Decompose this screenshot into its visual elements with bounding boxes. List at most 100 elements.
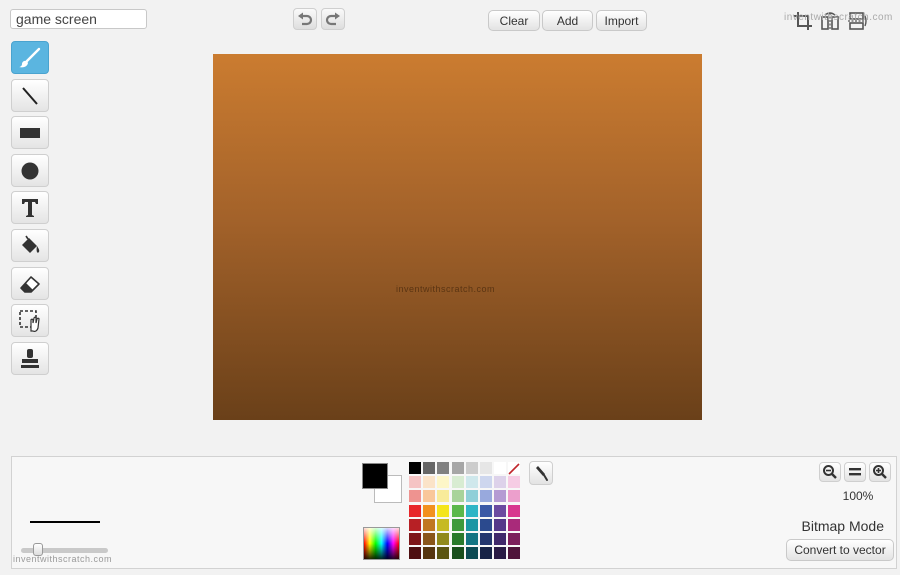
- palette-swatch[interactable]: [437, 504, 450, 517]
- palette-swatch[interactable]: [451, 518, 464, 531]
- palette-swatch[interactable]: [465, 504, 478, 517]
- select-tool[interactable]: [11, 304, 49, 337]
- palette-swatch[interactable]: [494, 518, 507, 531]
- add-button[interactable]: Add: [542, 10, 593, 31]
- primary-color[interactable]: [362, 463, 388, 489]
- text-icon: [22, 198, 38, 217]
- palette-swatch[interactable]: [437, 476, 450, 489]
- redo-button[interactable]: [321, 8, 345, 30]
- palette-swatch[interactable]: [423, 547, 436, 560]
- zoom-in-icon: [873, 465, 887, 479]
- palette-swatch[interactable]: [508, 518, 521, 531]
- ellipse-tool[interactable]: [11, 154, 49, 187]
- palette-swatch[interactable]: [508, 533, 521, 545]
- equals-icon: [849, 468, 861, 476]
- color-picker-button[interactable]: [363, 527, 400, 560]
- clear-button[interactable]: Clear: [488, 10, 540, 31]
- text-tool[interactable]: [11, 191, 49, 224]
- palette-swatch[interactable]: [480, 504, 492, 517]
- watermark-top: inventwithscratch.com: [784, 12, 893, 23]
- zoom-out-icon: [823, 465, 837, 479]
- palette-swatch[interactable]: [437, 547, 450, 560]
- palette-swatch[interactable]: [451, 504, 464, 517]
- palette-swatch[interactable]: [451, 533, 464, 545]
- palette-swatch[interactable]: [508, 547, 521, 560]
- line-icon: [22, 86, 38, 105]
- palette-swatch[interactable]: [423, 504, 436, 517]
- palette-swatch[interactable]: [465, 547, 478, 560]
- palette-swatch[interactable]: [480, 533, 492, 545]
- palette-swatch[interactable]: [480, 490, 492, 503]
- palette-swatch[interactable]: [508, 462, 521, 475]
- palette-swatch[interactable]: [409, 518, 421, 531]
- zoom-out-button[interactable]: [819, 462, 841, 482]
- rectangle-tool[interactable]: [11, 116, 49, 149]
- convert-to-vector-button[interactable]: Convert to vector: [786, 539, 894, 561]
- eyedropper-button[interactable]: [529, 461, 553, 485]
- select-icon: [19, 309, 40, 332]
- line-tool[interactable]: [11, 79, 49, 112]
- palette-swatch[interactable]: [465, 533, 478, 545]
- canvas-watermark: inventwithscratch.com: [396, 284, 496, 294]
- palette-swatch[interactable]: [437, 462, 450, 474]
- stamp-tool[interactable]: [11, 342, 49, 375]
- ellipse-icon: [21, 162, 39, 179]
- mode-label: Bitmap Mode: [801, 518, 884, 534]
- undo-button[interactable]: [293, 8, 317, 30]
- color-palette: [409, 462, 523, 562]
- palette-swatch[interactable]: [494, 476, 507, 489]
- palette-swatch[interactable]: [494, 490, 507, 503]
- paint-canvas[interactable]: inventwithscratch.com: [213, 54, 702, 420]
- brush-icon: [19, 47, 41, 67]
- zoom-reset-button[interactable]: [844, 462, 866, 482]
- rectangle-icon: [20, 127, 40, 138]
- palette-swatch[interactable]: [494, 533, 507, 545]
- palette-swatch[interactable]: [494, 504, 507, 517]
- palette-swatch[interactable]: [409, 547, 421, 560]
- palette-swatch[interactable]: [465, 490, 478, 503]
- watermark-bottom: inventwithscratch.com: [13, 554, 113, 564]
- palette-swatch[interactable]: [423, 476, 436, 489]
- palette-swatch[interactable]: [480, 518, 492, 531]
- palette-swatch[interactable]: [508, 504, 521, 517]
- palette-swatch[interactable]: [494, 547, 507, 560]
- palette-swatch[interactable]: [451, 547, 464, 560]
- palette-swatch[interactable]: [465, 476, 478, 489]
- palette-swatch[interactable]: [494, 462, 507, 474]
- palette-swatch[interactable]: [423, 533, 436, 545]
- eraser-tool[interactable]: [11, 267, 49, 300]
- palette-swatch[interactable]: [423, 462, 436, 474]
- palette-swatch[interactable]: [409, 504, 421, 517]
- palette-swatch[interactable]: [480, 476, 492, 489]
- palette-swatch[interactable]: [409, 476, 421, 489]
- redo-icon: [325, 12, 340, 26]
- palette-swatch[interactable]: [451, 476, 464, 489]
- costume-name-input[interactable]: [10, 9, 147, 29]
- palette-swatch[interactable]: [480, 547, 492, 560]
- palette-swatch[interactable]: [423, 518, 436, 531]
- eyedropper-icon: [536, 466, 548, 481]
- palette-swatch[interactable]: [409, 490, 421, 503]
- fill-tool[interactable]: [11, 229, 49, 262]
- palette-swatch[interactable]: [451, 462, 464, 474]
- zoom-in-button[interactable]: [869, 462, 891, 482]
- palette-swatch[interactable]: [437, 490, 450, 503]
- palette-swatch[interactable]: [508, 476, 521, 489]
- palette-swatch[interactable]: [480, 462, 492, 474]
- palette-swatch[interactable]: [465, 518, 478, 531]
- palette-swatch[interactable]: [409, 533, 421, 545]
- stamp-icon: [21, 348, 39, 368]
- import-button[interactable]: Import: [596, 10, 647, 31]
- palette-swatch[interactable]: [409, 462, 421, 474]
- palette-swatch[interactable]: [465, 462, 478, 474]
- palette-swatch[interactable]: [437, 533, 450, 545]
- eraser-icon: [20, 275, 40, 293]
- palette-swatch[interactable]: [437, 518, 450, 531]
- palette-swatch[interactable]: [451, 490, 464, 503]
- brush-size-slider[interactable]: [21, 543, 108, 556]
- palette-swatch[interactable]: [423, 490, 436, 503]
- brush-tool[interactable]: [11, 41, 49, 74]
- paint-bucket-icon: [22, 235, 40, 253]
- palette-swatch[interactable]: [508, 490, 521, 503]
- undo-icon: [298, 12, 313, 26]
